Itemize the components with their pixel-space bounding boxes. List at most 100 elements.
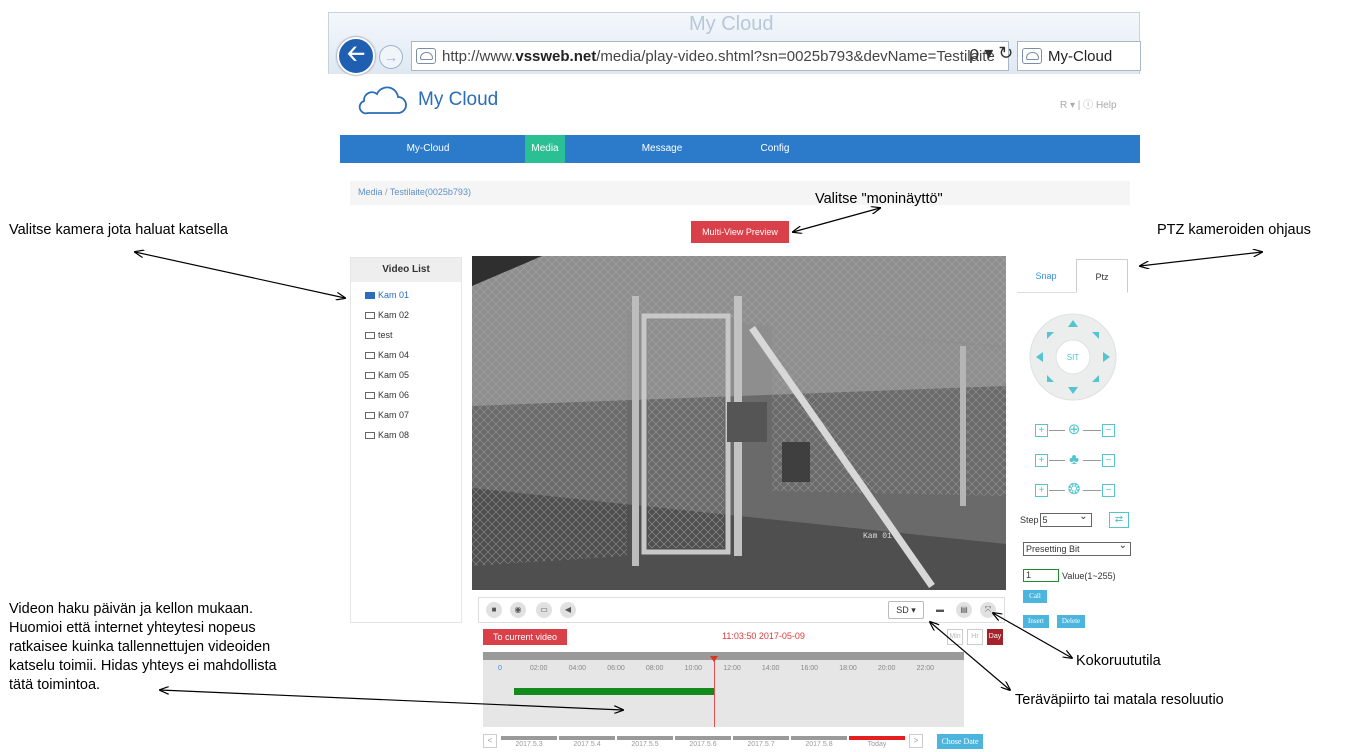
recording-segment[interactable] xyxy=(513,688,714,695)
cloud-logo-icon xyxy=(358,86,407,115)
camera-item-kam-08[interactable]: Kam 08 xyxy=(351,425,461,445)
date-bar xyxy=(617,736,673,740)
step-select[interactable]: 5 xyxy=(1039,511,1092,527)
date-cell[interactable]: 2017.5.3 xyxy=(501,736,557,752)
address-bar[interactable]: http://www. vssweb.net/media/play-video.s… xyxy=(411,41,1009,71)
camera-item-kam-01[interactable]: Kam 01 xyxy=(351,285,461,305)
date-next-button[interactable]: > xyxy=(909,734,923,748)
focus-in-button[interactable]: + xyxy=(1035,454,1048,467)
date-cell[interactable]: 2017.5.4 xyxy=(559,736,615,752)
date-bar xyxy=(559,736,615,740)
date-prev-button[interactable]: < xyxy=(483,734,497,748)
date-bar xyxy=(501,736,557,740)
nav-my-cloud[interactable]: My-Cloud xyxy=(388,135,468,163)
iris-open-button[interactable]: + xyxy=(1035,484,1048,497)
timeline-tick-label: 08:00 xyxy=(645,665,664,672)
tab-ptz[interactable]: Ptz xyxy=(1076,259,1128,293)
annotation-resolution: Teräväpiirto tai matala resoluutio xyxy=(1015,692,1224,708)
ptz-tabs: Snap Ptz xyxy=(1017,259,1128,293)
date-cell[interactable]: 2017.5.8 xyxy=(791,736,847,752)
swap-icon[interactable]: ⇄ xyxy=(1109,512,1129,528)
zoom-icon: ⊕ xyxy=(1065,421,1083,439)
page-icon xyxy=(416,48,436,64)
timeline-cursor[interactable] xyxy=(713,656,715,727)
forward-button[interactable]: → xyxy=(379,45,403,69)
video-feed[interactable]: Kam 01 xyxy=(472,256,1006,590)
zoom-out-button[interactable]: − xyxy=(1102,424,1115,437)
browser-chrome: My Cloud 🡠 → http://www. vssweb.net/media… xyxy=(328,12,1141,75)
date-cell[interactable]: Today xyxy=(849,736,905,752)
value-row: 1 Value(1~255) xyxy=(1023,569,1116,582)
date-label: 2017.5.7 xyxy=(747,741,775,748)
app-title: My Cloud xyxy=(418,89,499,110)
zoom-hour-button[interactable]: Hr xyxy=(967,629,983,645)
browser-tab[interactable]: My-Cloud xyxy=(1017,41,1141,71)
camera-item-kam-04[interactable]: Kam 04 xyxy=(351,345,461,365)
camera-item-test[interactable]: test xyxy=(351,325,461,345)
call-button[interactable]: Call xyxy=(1023,590,1047,603)
camera-icon xyxy=(365,371,375,379)
camera-item-kam-06[interactable]: Kam 06 xyxy=(351,385,461,405)
back-button[interactable]: 🡠 xyxy=(337,37,375,75)
camera-item-kam-02[interactable]: Kam 02 xyxy=(351,305,461,325)
date-label: 2017.5.6 xyxy=(689,741,717,748)
date-bar xyxy=(791,736,847,740)
tab-snap[interactable]: Snap xyxy=(1017,259,1075,293)
mute-icon[interactable]: ◀ xyxy=(560,602,576,618)
url-prefix: http://www. xyxy=(442,47,516,65)
value-input[interactable]: 1 xyxy=(1023,569,1059,582)
breadcrumb-device[interactable]: Testilaite(0025b793) xyxy=(390,187,471,197)
stream-quality-dropdown[interactable]: SD ▾ xyxy=(888,601,924,619)
video-overlay-label: Kam 01 xyxy=(863,532,892,541)
date-label: 2017.5.3 xyxy=(515,741,543,748)
stop-icon[interactable]: ■ xyxy=(486,602,502,618)
snapshot-icon[interactable]: ◉ xyxy=(510,602,526,618)
camera-label: Kam 04 xyxy=(378,350,410,360)
layout-icon[interactable]: ▤ xyxy=(956,602,972,618)
record-icon[interactable]: ▭ xyxy=(536,602,552,618)
zoom-day-button[interactable]: Day xyxy=(987,629,1003,645)
date-cell[interactable]: 2017.5.5 xyxy=(617,736,673,752)
timeline-tick-label: 20:00 xyxy=(877,665,896,672)
focus-out-button[interactable]: − xyxy=(1102,454,1115,467)
breadcrumb-media[interactable]: Media xyxy=(358,187,383,197)
date-cell[interactable]: 2017.5.6 xyxy=(675,736,731,752)
camera-item-kam-05[interactable]: Kam 05 xyxy=(351,365,461,385)
nav-message[interactable]: Message xyxy=(625,135,699,163)
zoom-in-button[interactable]: + xyxy=(1035,424,1048,437)
folder-icon[interactable]: ▬ xyxy=(932,602,948,618)
timeline-cursor-head[interactable] xyxy=(709,656,718,662)
user-help-menu[interactable]: R ▾ | ⓘ Help xyxy=(1060,96,1117,111)
camera-icon xyxy=(365,331,375,339)
url-domain: vssweb.net xyxy=(515,47,597,65)
multi-view-preview-button[interactable]: Multi-View Preview xyxy=(691,221,789,243)
tab-page-icon xyxy=(1022,48,1042,64)
camera-item-kam-07[interactable]: Kam 07 xyxy=(351,405,461,425)
address-tools-icon[interactable]: ρ ▾ ↻ xyxy=(969,43,1013,64)
current-time: 11:03:50 2017-05-09 xyxy=(722,631,805,641)
video-list: Video List Kam 01 Kam 02 test Kam 04 Kam… xyxy=(350,257,462,623)
annotation-fullscreen: Kokoruututila xyxy=(1076,653,1161,669)
timeline-tick-label: 04:00 xyxy=(568,665,587,672)
fullscreen-icon[interactable]: ⤧ xyxy=(980,602,996,618)
timeline-tick-label: 10:00 xyxy=(684,665,703,672)
insert-button[interactable]: Insert xyxy=(1023,615,1049,628)
iris-row: + ❂ − xyxy=(1035,481,1115,500)
delete-button[interactable]: Delete xyxy=(1057,615,1085,628)
presetting-bit-select[interactable]: Presetting Bit xyxy=(1023,540,1131,556)
to-current-video-button[interactable]: To current video xyxy=(483,629,567,645)
ptz-center-label[interactable]: SIT xyxy=(1063,353,1083,362)
zoom-min-button[interactable]: Min xyxy=(947,629,963,645)
playback-timeline[interactable]: 0 02:00 04:00 06:00 08:00 10:00 12:00 14:00 16:0… xyxy=(483,652,964,727)
choose-date-button[interactable]: Chose Date xyxy=(937,734,983,749)
date-label: 2017.5.8 xyxy=(805,741,833,748)
camera-label: Kam 01 xyxy=(378,290,410,300)
nav-media[interactable]: Media xyxy=(525,135,565,163)
camera-icon xyxy=(365,411,375,419)
nav-config[interactable]: Config xyxy=(745,135,805,163)
date-bar xyxy=(733,736,789,740)
date-label: 2017.5.4 xyxy=(573,741,601,748)
date-cell[interactable]: 2017.5.7 xyxy=(733,736,789,752)
iris-close-button[interactable]: − xyxy=(1102,484,1115,497)
arrow-left-icon: 🡠 xyxy=(347,41,365,66)
